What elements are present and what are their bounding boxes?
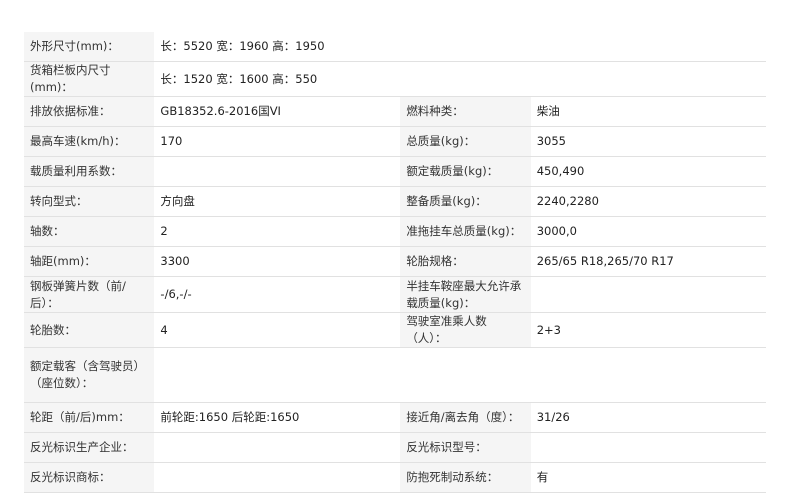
spec-label: 轮胎规格： [400,246,531,277]
spec-value: 4 [154,312,401,348]
table-row: 轮距（前/后)mm： 前轮距:1650 后轮距:1650 接近角/离去角（度）：… [24,402,766,433]
spec-value: GB18352.6-2016国VI [154,96,401,127]
table-row: 排放依据标准： GB18352.6-2016国VI 燃料种类： 柴油 [24,96,766,127]
spec-value: 有 [530,462,766,493]
spec-value [530,276,766,313]
spec-label: 驾驶室准乘人数（人）： [400,312,531,348]
spec-label: 额定载客（含驾驶员）（座位数）： [24,347,155,403]
table-row: 额定载客（含驾驶员）（座位数）： [24,347,766,403]
spec-value: 3300 [154,246,401,277]
table-row: 最高车速(km/h)： 170 总质量(kg)： 3055 [24,126,766,157]
spec-value: 柴油 [530,96,766,127]
spec-label: 轮胎数： [24,312,155,348]
spec-label: 总质量(kg)： [400,126,531,157]
spec-value [154,462,401,493]
spec-label: 轴距(mm)： [24,246,155,277]
spec-value: 3055 [530,126,766,157]
spec-label: 反光标识型号： [400,432,531,463]
spec-value [154,347,766,403]
spec-label: 接近角/离去角（度）： [400,402,531,433]
spec-value: 2 [154,216,401,247]
spec-label: 载质量利用系数： [24,156,155,187]
spec-label: 最高车速(km/h)： [24,126,155,157]
spec-label: 轮距（前/后)mm： [24,402,155,433]
spec-value: 3000,0 [530,216,766,247]
spec-value: 长：1520 宽：1600 高：550 [154,61,766,97]
table-row: 转向型式： 方向盘 整备质量(kg)： 2240,2280 [24,186,766,217]
spec-value [154,156,401,187]
spec-value: 2240,2280 [530,186,766,217]
spec-label: 外形尺寸(mm)： [24,32,155,62]
spec-label: 排放依据标准： [24,96,155,127]
spec-label: 反光标识生产企业： [24,432,155,463]
spec-label: 防抱死制动系统： [400,462,531,493]
spec-label: 半挂车鞍座最大允许承载质量(kg)： [400,276,531,313]
table-row: 反光标识商标： 防抱死制动系统： 有 [24,462,766,493]
spec-value: 31/26 [530,402,766,433]
spec-value: -/6,-/- [154,276,401,313]
spec-label: 反光标识商标： [24,462,155,493]
spec-value [154,432,401,463]
spec-label: 钢板弹簧片数（前/后）： [24,276,155,313]
spec-value: 170 [154,126,401,157]
table-row: 反光标识生产企业： 反光标识型号： [24,432,766,463]
spec-value: 2+3 [530,312,766,348]
spec-value: 450,490 [530,156,766,187]
vehicle-spec-table: 外形尺寸(mm)： 长：5520 宽：1960 高：1950 货箱栏板内尺寸(m… [24,32,766,493]
table-row: 轴数： 2 准拖挂车总质量(kg)： 3000,0 [24,216,766,247]
table-row: 钢板弹簧片数（前/后）： -/6,-/- 半挂车鞍座最大允许承载质量(kg)： [24,276,766,313]
table-row: 轴距(mm)： 3300 轮胎规格： 265/65 R18,265/70 R17 [24,246,766,277]
spec-value: 长：5520 宽：1960 高：1950 [154,32,766,62]
spec-label: 转向型式： [24,186,155,217]
spec-label: 额定载质量(kg)： [400,156,531,187]
spec-label: 轴数： [24,216,155,247]
table-row: 轮胎数： 4 驾驶室准乘人数（人）： 2+3 [24,312,766,348]
spec-label: 准拖挂车总质量(kg)： [400,216,531,247]
spec-label: 整备质量(kg)： [400,186,531,217]
spec-label: 货箱栏板内尺寸(mm)： [24,61,155,97]
spec-value: 265/65 R18,265/70 R17 [530,246,766,277]
table-row: 货箱栏板内尺寸(mm)： 长：1520 宽：1600 高：550 [24,61,766,97]
spec-value: 方向盘 [154,186,401,217]
spec-value: 前轮距:1650 后轮距:1650 [154,402,401,433]
spec-value [530,432,766,463]
table-row: 外形尺寸(mm)： 长：5520 宽：1960 高：1950 [24,32,766,62]
spec-label: 燃料种类： [400,96,531,127]
table-row: 载质量利用系数： 额定载质量(kg)： 450,490 [24,156,766,187]
